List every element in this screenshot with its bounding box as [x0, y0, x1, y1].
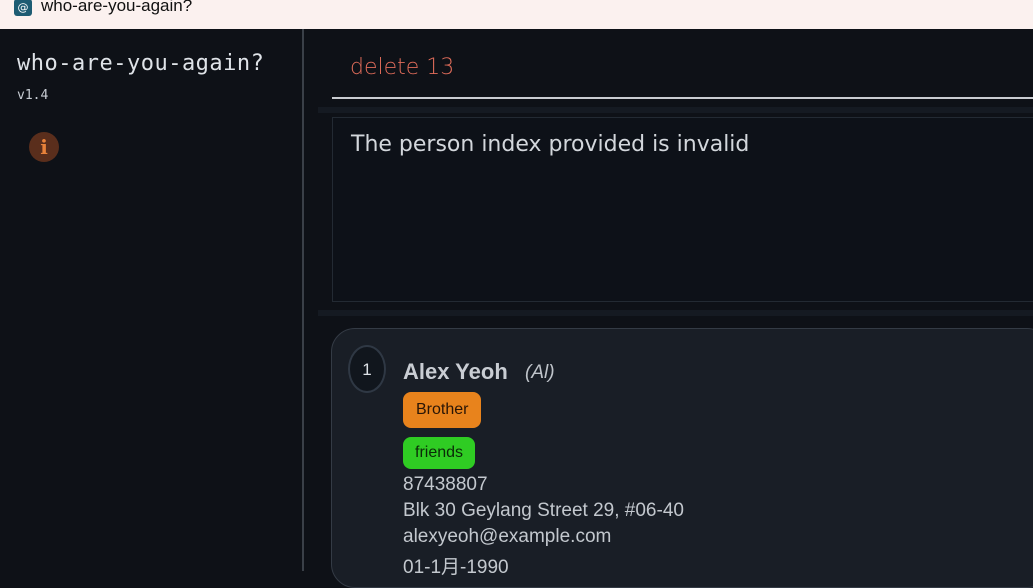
person-index-badge: 1 [348, 345, 386, 393]
person-name: Alex Yeoh [403, 359, 508, 384]
panel-separator [318, 310, 1033, 316]
main-panel: delete 13 The person index provided is i… [304, 29, 1033, 588]
person-phone: 87438807 [403, 474, 488, 495]
person-birthday: 01-1月-1990 [403, 557, 509, 578]
person-email: alexyeoh@example.com [403, 526, 612, 547]
person-card[interactable]: 1 Alex Yeoh (Al) Brother friends 8743880… [331, 328, 1033, 588]
panel-separator [318, 107, 1033, 113]
info-icon[interactable]: i [29, 132, 59, 162]
command-input-text[interactable]: delete 13 [350, 55, 454, 80]
person-nickname: (Al) [525, 362, 555, 383]
sidebar: who-are-you-again? v1.4 i [0, 29, 302, 571]
result-message: The person index provided is invalid [351, 132, 750, 157]
window-titlebar: @ who-are-you-again? [0, 0, 1033, 29]
notebook-at-icon: @ [14, 0, 32, 16]
app-version: v1.4 [17, 88, 49, 103]
command-box[interactable]: delete 13 [332, 49, 1033, 99]
window-title: who-are-you-again? [41, 0, 193, 15]
group-tag: friends [403, 437, 476, 469]
app-name: who-are-you-again? [17, 51, 265, 76]
relationship-tag: Brother [403, 392, 482, 428]
result-display: The person index provided is invalid [332, 117, 1033, 302]
person-address: Blk 30 Geylang Street 29, #06-40 [403, 500, 684, 521]
